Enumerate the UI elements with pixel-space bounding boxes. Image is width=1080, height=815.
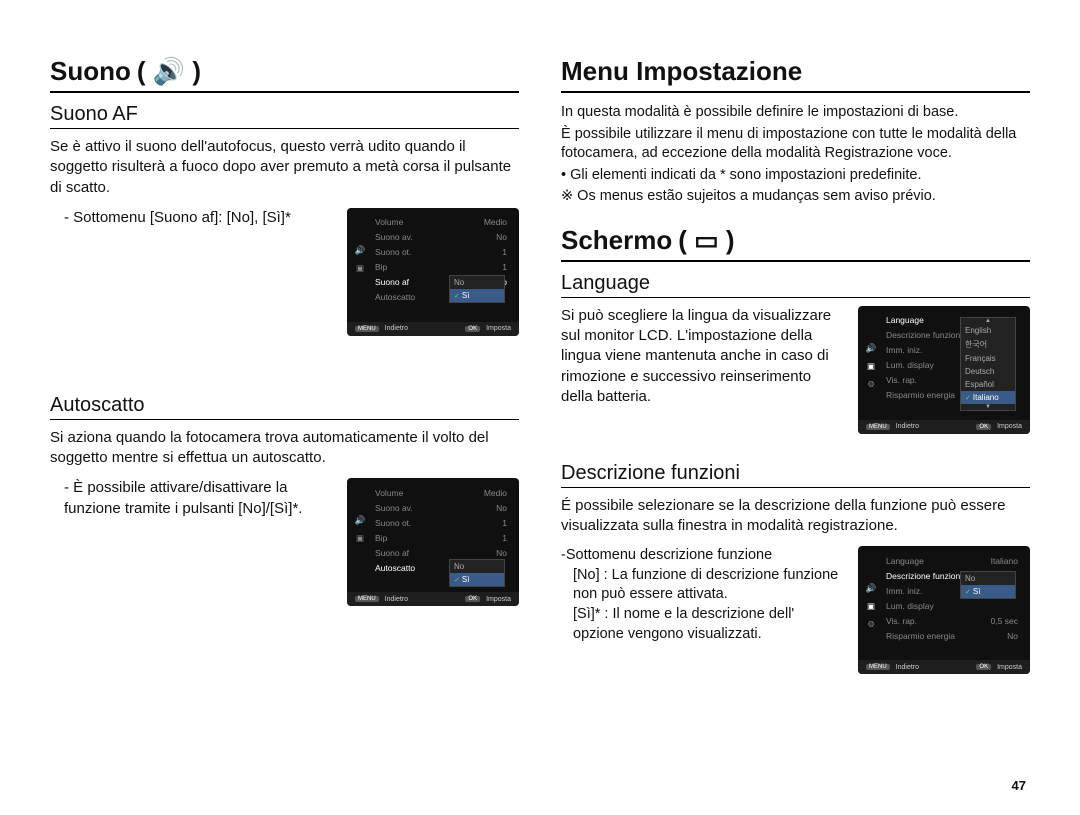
lcd-footer: MENUIndietroOKImposta	[858, 420, 1030, 434]
lcd-popup-item: Français	[961, 352, 1015, 365]
display-icon: ( ▭ )	[678, 225, 734, 256]
lcd-menu-row: LanguageItaliano	[866, 553, 1022, 568]
heading-suono-text: Suono	[50, 56, 131, 87]
section-descrizione-funzioni: Descrizione funzioni É possibile selezio…	[561, 462, 1030, 675]
intro-line-3: • Gli elementi indicati da * sono impost…	[561, 166, 1030, 186]
lcd-footer: MENUIndietroOKImposta	[347, 592, 519, 606]
lcd-screenshot-suono-af: 🔊▣VolumeMedioSuono av.NoSuono ot.1Bip1Su…	[347, 208, 519, 336]
lcd-popup-item: 한국어	[961, 337, 1015, 352]
submenu-suono-af: - Sottomenu [Suono af]: [No], [Sì]*	[50, 208, 329, 228]
lcd-popup-item: Italiano	[961, 391, 1015, 404]
lcd-footer: MENUIndietroOKImposta	[858, 660, 1030, 674]
lcd-footer: MENUIndietroOKImposta	[347, 322, 519, 336]
sub-title-descrizione: -Sottomenu descrizione funzione	[561, 546, 840, 566]
lcd-popup: NoSì	[960, 571, 1016, 599]
intro-line-2: È possibile utilizzare il menu di impost…	[561, 125, 1030, 164]
body-suono-af: Se è attivo il suono dell'autofocus, que…	[50, 137, 519, 198]
lcd-menu-row: VolumeMedio	[355, 215, 511, 230]
intro-line-4: ※ Os menus estão sujeitos a mudanças sem…	[561, 187, 1030, 207]
body-descrizione-funzioni: É possibile selezionare se la descrizion…	[561, 496, 1030, 537]
intro-line-1: In questa modalità è possibile definire …	[561, 103, 1030, 123]
lcd-popup-item: Sì	[450, 289, 504, 302]
lcd-screenshot-descrizione: 🔊▣⚙LanguageItalianoDescrizione funzioniI…	[858, 546, 1030, 674]
lcd-menu-row: Lum. display	[866, 598, 1022, 613]
heading-schermo-text: Schermo	[561, 225, 672, 256]
lcd-menu-row: Suono ot.1	[355, 245, 511, 260]
lcd-popup-item: Sì	[961, 585, 1015, 598]
lcd-menu-row: Vis. rap.0,5 sec	[866, 613, 1022, 628]
lcd-popup: ▲English한국어FrançaisDeutschEspañolItalian…	[960, 317, 1016, 411]
lcd-menu-row: Suono ot.1	[355, 515, 511, 530]
lcd-popup: NoSì	[449, 275, 505, 303]
subheading-language: Language	[561, 272, 1030, 298]
left-column: Suono ( 🔊 ) Suono AF Se è attivo il suon…	[50, 56, 519, 702]
page-number: 47	[1012, 778, 1026, 793]
lcd-popup-item: No	[961, 572, 1015, 585]
lcd-popup-item: English	[961, 324, 1015, 337]
subheading-descrizione-funzioni: Descrizione funzioni	[561, 462, 1030, 488]
lcd-popup-item: No	[450, 560, 504, 573]
heading-menu-impostazione: Menu Impostazione	[561, 56, 1030, 93]
speaker-icon: ( 🔊 )	[137, 56, 201, 87]
submenu-autoscatto: - È possibile attivare/disattivare la fu…	[50, 478, 329, 519]
sub-si-descrizione: [Sì]* : Il nome e la descrizione dell' o…	[561, 605, 840, 644]
section-language: Language Si può scegliere la lingua da v…	[561, 272, 1030, 434]
heading-menu-impostazione-text: Menu Impostazione	[561, 56, 802, 87]
right-column: Menu Impostazione In questa modalità è p…	[561, 56, 1030, 702]
heading-schermo: Schermo ( ▭ )	[561, 225, 1030, 262]
lcd-menu-row: Suono afNo	[355, 545, 511, 560]
lcd-menu-row: Bip1	[355, 260, 511, 275]
sub-no-descrizione: [No] : La funzione di descrizione funzio…	[561, 566, 840, 605]
lcd-menu-row: Suono av.No	[355, 230, 511, 245]
lcd-popup-item: No	[450, 276, 504, 289]
lcd-screenshot-autoscatto: 🔊▣VolumeMedioSuono av.NoSuono ot.1Bip1Su…	[347, 478, 519, 606]
section-suono-af: Suono AF Se è attivo il suono dell'autof…	[50, 103, 519, 336]
lcd-menu-row: VolumeMedio	[355, 485, 511, 500]
lcd-menu-row: Bip1	[355, 530, 511, 545]
subheading-autoscatto: Autoscatto	[50, 394, 519, 420]
lcd-popup-item: Sì	[450, 573, 504, 586]
lcd-popup-item: Español	[961, 378, 1015, 391]
heading-suono: Suono ( 🔊 )	[50, 56, 519, 93]
subheading-suono-af: Suono AF	[50, 103, 519, 129]
body-language: Si può scegliere la lingua da visualizza…	[561, 306, 840, 407]
lcd-menu-row: Risparmio energiaNo	[866, 628, 1022, 643]
lcd-popup-item: Deutsch	[961, 365, 1015, 378]
lcd-menu-row: Suono av.No	[355, 500, 511, 515]
body-autoscatto: Si aziona quando la fotocamera trova aut…	[50, 428, 519, 469]
lcd-screenshot-language: 🔊▣⚙LanguageDescrizione funzioniImm. iniz…	[858, 306, 1030, 434]
lcd-popup: NoSì	[449, 559, 505, 587]
section-autoscatto: Autoscatto Si aziona quando la fotocamer…	[50, 394, 519, 607]
